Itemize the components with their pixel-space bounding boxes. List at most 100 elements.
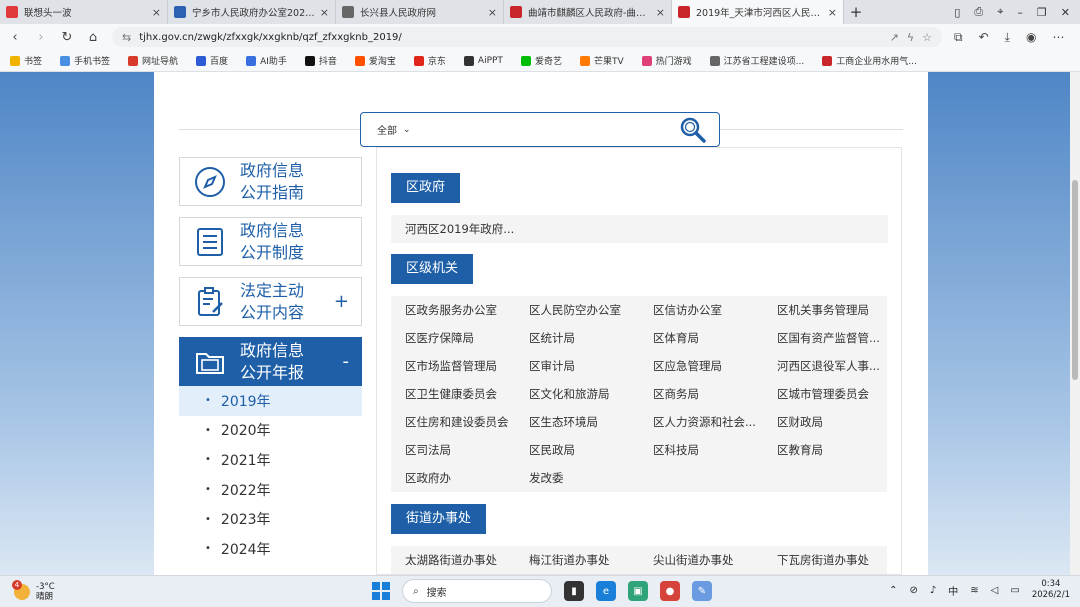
- search-input[interactable]: [420, 114, 679, 145]
- sidebar-icon[interactable]: ▯: [954, 6, 960, 19]
- browser-tab[interactable]: 曲靖市麒麟区人民政府-曲靖市麒麟 ×: [504, 0, 672, 24]
- wechat-app-icon[interactable]: ●: [660, 581, 680, 601]
- section-link[interactable]: 区城市管理委员会: [763, 380, 887, 408]
- reload-icon[interactable]: ↻: [60, 30, 74, 45]
- section-link[interactable]: 尖山街道办事处: [639, 546, 763, 574]
- section-link[interactable]: 区统计局: [515, 324, 639, 352]
- section-link[interactable]: 区科技局: [639, 436, 763, 464]
- browser-tab[interactable]: 长兴县人民政府网 ×: [336, 0, 504, 24]
- browser-app-icon[interactable]: e: [596, 581, 616, 601]
- section-link[interactable]: 区人民防空办公室: [515, 296, 639, 324]
- bookmark-item[interactable]: 江苏省工程建设项...: [709, 54, 804, 67]
- year-link[interactable]: • 2024年: [179, 534, 362, 564]
- bookmark-item[interactable]: 芒果TV: [579, 54, 624, 67]
- bookmark-item[interactable]: 抖音: [304, 54, 337, 67]
- close-icon[interactable]: ×: [152, 6, 161, 19]
- pin-icon[interactable]: ⌖: [997, 5, 1003, 19]
- minimize-icon[interactable]: –: [1017, 6, 1023, 19]
- chevron-up-icon[interactable]: ⌃: [889, 585, 897, 596]
- extensions-icon[interactable]: ⧉: [954, 30, 963, 45]
- section-link[interactable]: 区教育局: [763, 436, 887, 464]
- back-icon[interactable]: ‹: [8, 30, 22, 45]
- bookmark-item[interactable]: 工商企业用水用气...: [822, 54, 917, 67]
- network-off-icon[interactable]: ⊘: [909, 585, 917, 596]
- nav-item-3[interactable]: 法定主动 公开内容 +: [179, 277, 362, 326]
- section-link[interactable]: 发改委: [515, 464, 639, 492]
- profile-icon[interactable]: ◉: [1026, 30, 1036, 45]
- clock[interactable]: 0:34 2026/2/1: [1032, 579, 1070, 601]
- section-link[interactable]: 区司法局: [391, 436, 515, 464]
- search-icon[interactable]: [679, 116, 707, 144]
- nav-item-2[interactable]: 政府信息 公开制度: [179, 217, 362, 266]
- forward-icon[interactable]: ›: [34, 30, 48, 45]
- download-icon[interactable]: ⤓: [1005, 30, 1010, 45]
- close-window-icon[interactable]: ✕: [1061, 6, 1070, 19]
- close-icon[interactable]: ×: [488, 6, 497, 19]
- bookmark-item[interactable]: 书签: [10, 54, 42, 67]
- wifi-icon[interactable]: ≋: [970, 585, 978, 596]
- section-link[interactable]: 下瓦房街道办事处: [763, 546, 887, 574]
- tool-app-icon[interactable]: ✎: [692, 581, 712, 601]
- year-link[interactable]: • 2020年: [179, 416, 362, 446]
- browser-tab[interactable]: 联想头一波 ×: [0, 0, 168, 24]
- remote-app-icon[interactable]: ▣: [628, 581, 648, 601]
- section-link[interactable]: 区审计局: [515, 352, 639, 380]
- bookmark-item[interactable]: 手机书签: [60, 54, 110, 67]
- section-link[interactable]: 区生态环境局: [515, 408, 639, 436]
- close-icon[interactable]: ×: [656, 6, 665, 19]
- section-link[interactable]: 区机关事务管理局: [763, 296, 887, 324]
- close-icon[interactable]: ×: [828, 6, 837, 19]
- year-link[interactable]: • 2021年: [179, 445, 362, 475]
- weather-widget[interactable]: 4 -3°C 晴朗: [0, 579, 55, 602]
- search-scope-select[interactable]: 全部 ⌄: [377, 122, 411, 138]
- nav-item-1[interactable]: 政府信息 公开指南: [179, 157, 362, 206]
- nav-item-4[interactable]: 政府信息 公开年报 -: [179, 337, 362, 386]
- section-link[interactable]: 区财政局: [763, 408, 887, 436]
- bookmark-item[interactable]: 百度: [196, 54, 228, 67]
- undo-icon[interactable]: ↶: [979, 30, 989, 45]
- share-icon[interactable]: ↗: [890, 31, 899, 44]
- scrollbar-thumb[interactable]: [1072, 180, 1078, 380]
- star-icon[interactable]: ☆: [922, 31, 932, 44]
- section-link[interactable]: 区住房和建设委员会: [391, 408, 515, 436]
- year-link[interactable]: • 2023年: [179, 504, 362, 534]
- section-link[interactable]: 区政府办: [391, 464, 515, 492]
- home-icon[interactable]: ⌂: [86, 30, 100, 45]
- section-link[interactable]: 区医疗保障局: [391, 324, 515, 352]
- section-link[interactable]: 区信访办公室: [639, 296, 763, 324]
- new-tab-button[interactable]: +: [844, 0, 868, 24]
- section-link[interactable]: 区卫生健康委员会: [391, 380, 515, 408]
- browser-tab[interactable]: 2019年_天津市河西区人民政府 ×: [672, 0, 844, 24]
- section-link[interactable]: 区人力资源和社会...: [639, 408, 763, 436]
- bookmark-item[interactable]: 京东: [413, 54, 446, 67]
- section-link[interactable]: 区商务局: [639, 380, 763, 408]
- task-view-icon[interactable]: ▮: [564, 581, 584, 601]
- site-info-icon[interactable]: ⇆: [122, 31, 131, 44]
- start-icon[interactable]: [372, 582, 390, 600]
- mic-icon[interactable]: ♪: [930, 585, 936, 596]
- section-link[interactable]: 区国有资产监督管...: [763, 324, 887, 352]
- section-link[interactable]: 区市场监督管理局: [391, 352, 515, 380]
- section-link[interactable]: 太湖路街道办事处: [391, 546, 515, 574]
- url-field[interactable]: ⇆ tjhx.gov.cn/zwgk/zfxxgk/xxgknb/qzf_zfx…: [112, 27, 942, 47]
- more-icon[interactable]: ⋯: [1052, 30, 1064, 45]
- section-link[interactable]: 区文化和旅游局: [515, 380, 639, 408]
- ime-indicator[interactable]: 中: [948, 583, 958, 598]
- bookmark-item[interactable]: 热门游戏: [641, 54, 692, 67]
- close-icon[interactable]: ×: [320, 6, 329, 19]
- bookmark-item[interactable]: 爱淘宝: [354, 54, 396, 67]
- expand-toggle-icon[interactable]: +: [334, 291, 349, 312]
- bookmark-item[interactable]: AiPPT: [463, 55, 503, 66]
- year-link[interactable]: • 2019年: [179, 386, 362, 416]
- page-scrollbar[interactable]: [1070, 72, 1080, 575]
- flash-icon[interactable]: ϟ: [907, 31, 914, 44]
- section-link[interactable]: 区体育局: [639, 324, 763, 352]
- section-link[interactable]: 梅江街道办事处: [515, 546, 639, 574]
- bookmark-item[interactable]: AI助手: [246, 54, 287, 67]
- bookmark-item[interactable]: 爱奇艺: [520, 54, 562, 67]
- speaker-icon[interactable]: ◁: [991, 585, 999, 596]
- section-link[interactable]: 区应急管理局: [639, 352, 763, 380]
- bookmark-item[interactable]: 网址导航: [128, 54, 178, 67]
- taskbar-search[interactable]: ⌕ 搜索: [402, 579, 552, 603]
- section-link[interactable]: 河西区2019年政府...: [391, 215, 888, 243]
